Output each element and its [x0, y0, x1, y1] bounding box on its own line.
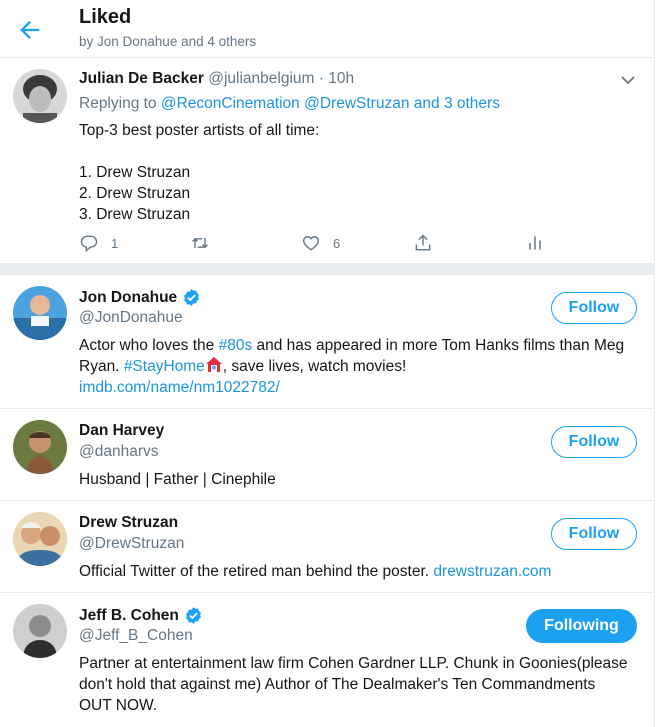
follow-button[interactable]: Follow — [551, 518, 637, 550]
retweet-icon — [191, 237, 209, 249]
bio-text: Official Twitter of the retired man behi… — [79, 563, 434, 580]
hashtag-link[interactable]: #StayHome — [124, 358, 205, 375]
page-header: Liked by Jon Donahue and 4 others — [0, 0, 655, 58]
verified-badge-icon — [184, 289, 200, 306]
user-bio: Official Twitter of the retired man behi… — [79, 561, 629, 582]
user-bio: Husband | Father | Cinephile — [79, 471, 276, 488]
like-button[interactable]: 6 — [301, 232, 340, 254]
user-handle[interactable]: @JonDonahue — [79, 309, 183, 327]
user-handle[interactable]: @danharvs — [79, 443, 159, 461]
share-button[interactable] — [413, 232, 433, 254]
tweet-author-name[interactable]: Julian De Backer — [79, 70, 204, 87]
user-name[interactable]: Dan Harvey — [79, 422, 164, 440]
page-subtitle: by Jon Donahue and 4 others — [79, 34, 257, 49]
bio-url-link[interactable]: drewstruzan.com — [433, 563, 551, 580]
tweet-author: Julian De Backer @julianbelgium · 10h — [79, 70, 354, 88]
replying-to: Replying to @ReconCinemation @DrewStruza… — [79, 95, 500, 113]
retweet-button[interactable] — [190, 232, 210, 254]
analytics-icon — [529, 236, 541, 250]
user-handle[interactable]: @Jeff_B_Cohen — [79, 627, 193, 645]
follow-button[interactable]: Follow — [551, 426, 637, 458]
user-bio: Partner at entertainment law firm Cohen … — [79, 655, 628, 714]
user-name-text: Dan Harvey — [79, 422, 165, 439]
back-arrow-icon[interactable] — [16, 16, 44, 44]
house-emoji-icon — [205, 356, 223, 373]
user-name[interactable]: Drew Struzan — [79, 514, 178, 532]
follow-button[interactable]: Follow — [551, 292, 637, 324]
user-name-text: Jeff B. Cohen — [79, 606, 179, 624]
share-icon — [415, 234, 431, 251]
user-handle[interactable]: @DrewStruzan — [79, 535, 184, 553]
verified-badge-icon — [185, 607, 201, 624]
tweet-actions: 1 6 — [79, 232, 559, 254]
avatar[interactable] — [13, 512, 67, 566]
tweet-time[interactable]: 10h — [328, 70, 354, 87]
mention-others-link[interactable]: 3 others — [444, 95, 500, 112]
user-name[interactable]: Jeff B. Cohen — [79, 606, 203, 625]
user-name-text: Jon Donahue — [79, 288, 178, 306]
bio-url-link[interactable]: imdb.com/name/nm1022782/ — [79, 379, 280, 396]
mention-link[interactable]: @DrewStruzan — [304, 95, 409, 112]
tweet-author-handle[interactable]: @julianbelgium — [208, 70, 314, 87]
chevron-down-icon[interactable] — [618, 70, 638, 90]
following-button[interactable]: Following — [526, 609, 637, 643]
avatar[interactable] — [13, 604, 67, 658]
avatar[interactable] — [13, 69, 67, 123]
page-title: Liked — [79, 6, 132, 28]
like-icon — [302, 236, 320, 251]
user-name[interactable]: Jon Donahue — [79, 288, 201, 307]
user-name-text: Drew Struzan — [79, 514, 179, 531]
bio-text: , save lives, watch movies! — [222, 358, 407, 375]
like-count: 6 — [333, 235, 341, 251]
mention-link[interactable]: @ReconCinemation — [161, 95, 300, 112]
hashtag-link[interactable]: #80s — [219, 337, 253, 354]
tweet-text: Top-3 best poster artists of all time: 1… — [79, 122, 320, 223]
reply-button[interactable]: 1 — [79, 232, 118, 254]
replying-to-label: Replying to — [79, 95, 157, 112]
avatar[interactable] — [13, 286, 67, 340]
analytics-button[interactable] — [525, 232, 545, 254]
section-divider — [0, 263, 655, 275]
liked-by-page: Liked by Jon Donahue and 4 others Julian… — [0, 0, 655, 727]
mention-and[interactable]: and — [414, 95, 440, 112]
avatar[interactable] — [13, 420, 67, 474]
tweet-separator: · — [318, 70, 324, 87]
reply-icon — [80, 235, 98, 252]
bio-text: Actor who loves the — [79, 337, 219, 354]
reply-count: 1 — [111, 235, 119, 251]
user-bio: Actor who loves the #80s and has appeare… — [79, 335, 629, 398]
